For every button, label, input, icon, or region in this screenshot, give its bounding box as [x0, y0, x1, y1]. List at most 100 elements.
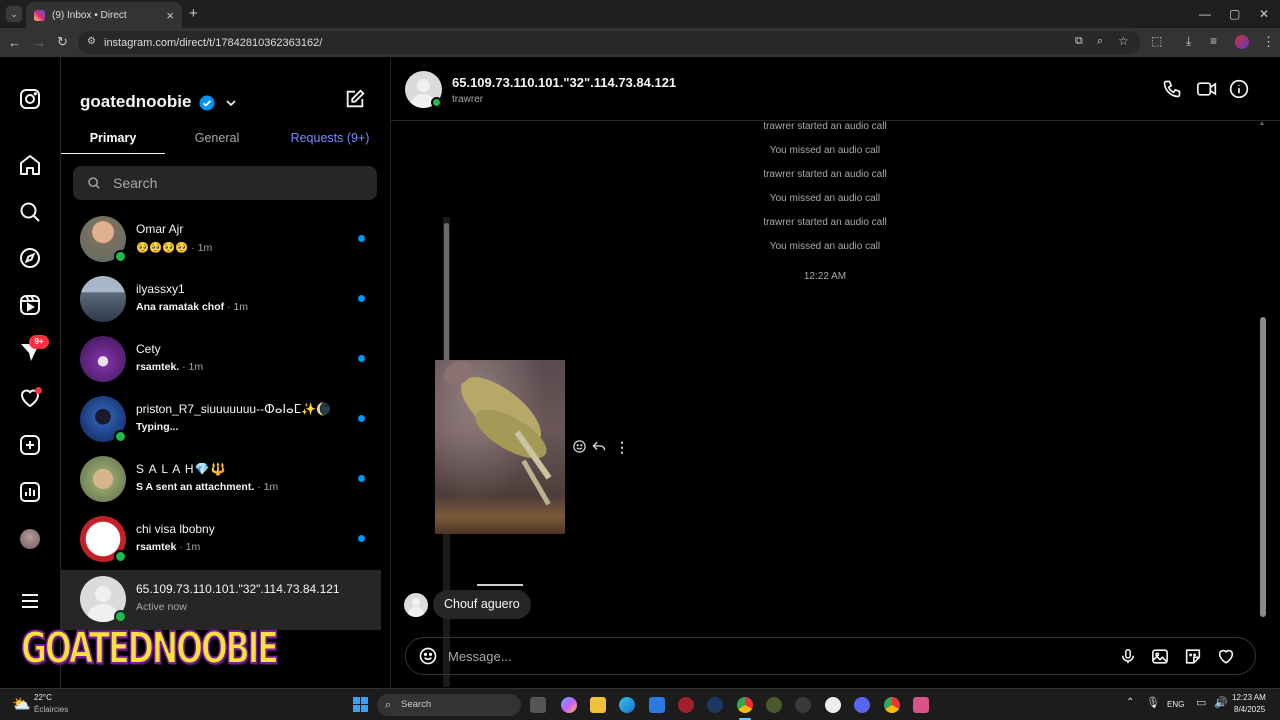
messages-icon[interactable]: 9+: [18, 335, 49, 364]
create-icon[interactable]: [18, 433, 42, 457]
minimize-icon[interactable]: —: [1199, 7, 1211, 21]
new-tab-button[interactable]: +: [189, 5, 198, 22]
app-icon[interactable]: [766, 697, 782, 713]
online-indicator: [431, 97, 442, 108]
reply-icon[interactable]: [591, 439, 607, 454]
menu-icon[interactable]: [18, 589, 42, 613]
language-indicator[interactable]: ENG: [1167, 700, 1184, 709]
sticker-icon[interactable]: [1183, 647, 1203, 666]
clock-date[interactable]: 8/4/2025: [1234, 705, 1265, 714]
media-player-icon[interactable]: [825, 697, 841, 713]
app-icon[interactable]: [795, 697, 811, 713]
weather-icon[interactable]: ⛅: [12, 695, 31, 713]
instagram-app: 9+ goatednoobie Primary General Requests…: [0, 57, 1280, 688]
reels-icon[interactable]: [18, 293, 42, 317]
browser-menu-icon[interactable]: ⋮: [1262, 34, 1275, 50]
taskbar-search[interactable]: ⌕ Search: [377, 694, 521, 716]
copilot-icon[interactable]: [561, 697, 577, 713]
discord-icon[interactable]: [854, 697, 870, 713]
task-view-icon[interactable]: [530, 697, 546, 713]
heart-icon[interactable]: [18, 386, 42, 410]
start-icon[interactable]: [353, 697, 368, 712]
unread-dot: [358, 235, 365, 242]
volume-icon[interactable]: 🔊: [1214, 696, 1228, 709]
microphone-icon[interactable]: [1119, 647, 1137, 666]
bookmark-star-icon[interactable]: ☆: [1118, 34, 1129, 48]
goatednoobie-overlay-logo: GOATEDNOOBIE: [20, 623, 279, 674]
chat-scrollbar[interactable]: ▲: [1259, 121, 1267, 621]
image-upload-icon[interactable]: [1150, 647, 1170, 666]
chevron-down-icon[interactable]: [225, 97, 237, 109]
sender-avatar[interactable]: [404, 593, 428, 617]
tab-primary[interactable]: Primary: [61, 131, 165, 145]
forward-icon[interactable]: →: [33, 35, 46, 50]
tab-close-icon[interactable]: ×: [166, 8, 174, 23]
system-message: You missed an audio call: [769, 145, 881, 156]
profile-icon[interactable]: [18, 527, 42, 551]
clock-time[interactable]: 12:23 AM: [1232, 693, 1266, 702]
inbox-username[interactable]: goatednoobie: [80, 92, 237, 112]
downloads-icon[interactable]: ⤓: [1186, 34, 1191, 49]
scrollbar-thumb[interactable]: [1260, 317, 1266, 617]
more-options-icon[interactable]: ⋮: [615, 439, 629, 456]
conversation-preview: Ana ramatak chof · 1m: [136, 301, 249, 313]
video-call-icon[interactable]: [1196, 79, 1218, 99]
maximize-icon[interactable]: ▢: [1229, 7, 1240, 21]
message-composer[interactable]: Message...: [405, 637, 1256, 675]
snipping-tool-icon[interactable]: [913, 697, 929, 713]
photo-message[interactable]: [435, 360, 565, 534]
conversation-row[interactable]: chi visa lbobny rsamtek · 1m: [61, 510, 381, 570]
search-input[interactable]: Search: [73, 166, 377, 200]
home-icon[interactable]: [18, 153, 42, 177]
app-icon[interactable]: [678, 697, 694, 713]
store-icon[interactable]: [649, 697, 665, 713]
microphone-tray-icon[interactable]: 🎙: [1146, 696, 1160, 709]
conversation-name: Omar Ajr: [136, 222, 184, 236]
display-icon[interactable]: ▭: [1196, 696, 1206, 709]
tab-requests[interactable]: Requests (9+): [269, 131, 391, 145]
unread-dot: [358, 295, 365, 302]
like-heart-icon[interactable]: [1216, 647, 1236, 666]
sidebar-nav: 9+: [0, 57, 61, 688]
reload-icon[interactable]: ↻: [57, 34, 68, 50]
conversation-row[interactable]: Omar Ajr 🥺🥺🥺🥺 · 1m: [61, 210, 381, 270]
tab-general[interactable]: General: [165, 131, 269, 145]
search-icon[interactable]: [18, 200, 42, 224]
url-field[interactable]: ⚙ instagram.com/direct/t/178428103623631…: [78, 31, 1140, 54]
zoom-icon[interactable]: ⌕: [1097, 35, 1103, 48]
extensions-icon[interactable]: ⬚: [1151, 34, 1162, 48]
steam-icon[interactable]: [707, 697, 723, 713]
message-bubble[interactable]: Chouf aguero: [433, 590, 531, 619]
explore-icon[interactable]: [18, 246, 42, 270]
chrome-icon[interactable]: [884, 697, 900, 713]
chrome-icon[interactable]: [737, 697, 753, 713]
browser-tab[interactable]: (9) Inbox • Direct ×: [26, 2, 182, 28]
profile-avatar-icon[interactable]: [1235, 35, 1249, 49]
back-icon[interactable]: ←: [8, 35, 21, 50]
tab-list-button[interactable]: ⌄: [6, 6, 22, 22]
media-icon[interactable]: ≡: [1210, 34, 1217, 48]
conversation-preview: rsamtek · 1m: [136, 541, 201, 553]
new-message-icon[interactable]: [344, 88, 366, 110]
conversation-row[interactable]: priston_R7_siuuuuuuu--ⵀⴰⵏⴰⵎ✨🌘 Typing...: [61, 390, 381, 450]
scrollbar-up-icon[interactable]: ▲: [1259, 121, 1265, 127]
window-close-icon[interactable]: ✕: [1259, 7, 1269, 21]
dashboard-icon[interactable]: [18, 480, 42, 504]
edge-icon[interactable]: [619, 697, 635, 713]
file-explorer-icon[interactable]: [590, 697, 606, 713]
chat-panel: 65.109.73.110.101."32".114.73.84.121 tra…: [391, 57, 1280, 688]
chat-title[interactable]: 65.109.73.110.101."32".114.73.84.121: [452, 75, 676, 90]
show-hidden-icons[interactable]: ⌃: [1126, 697, 1134, 708]
instagram-icon[interactable]: [18, 87, 42, 111]
phone-icon[interactable]: [1162, 79, 1182, 99]
info-icon[interactable]: [1229, 79, 1249, 99]
conversation-row[interactable]: Cety rsamtek. · 1m: [61, 330, 381, 390]
conversation-row[interactable]: ilyassxy1 Ana ramatak chof · 1m: [61, 270, 381, 330]
emoji-icon[interactable]: [418, 646, 438, 666]
site-info-icon[interactable]: ⚙: [87, 36, 96, 47]
react-emoji-icon[interactable]: [572, 439, 587, 454]
conversation-row-active[interactable]: 65.109.73.110.101."32".114.73.84.121 Act…: [61, 570, 381, 630]
cast-icon[interactable]: ⧉: [1075, 35, 1083, 48]
message-input[interactable]: Message...: [448, 649, 512, 664]
conversation-row[interactable]: S A L A H💎🔱 S A sent an attachment. · 1m: [61, 450, 381, 510]
